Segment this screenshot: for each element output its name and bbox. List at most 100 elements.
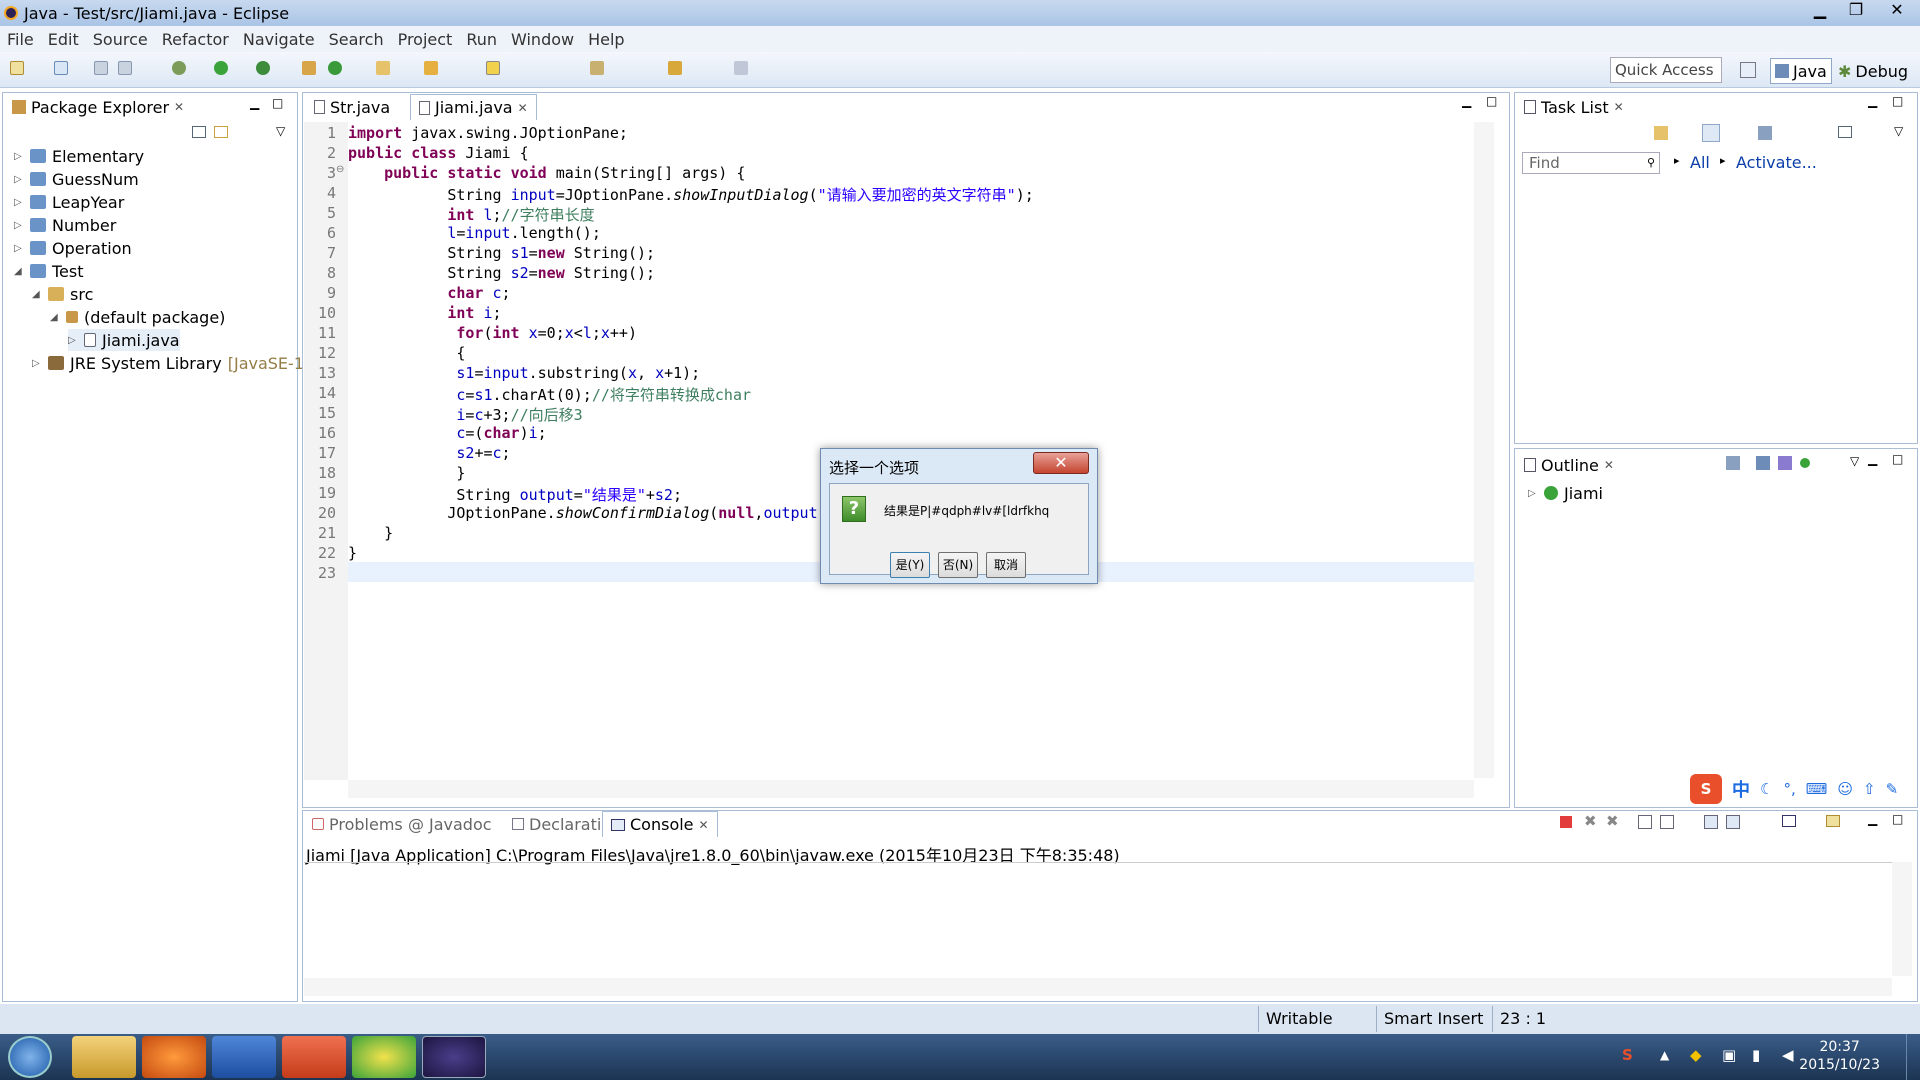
punctuation-icon[interactable]: °, [1783, 780, 1795, 798]
open-icon[interactable] [54, 61, 68, 75]
start-button[interactable] [8, 1036, 52, 1078]
taskbar-browser-icon[interactable] [142, 1036, 206, 1078]
taskbar-word-icon[interactable] [212, 1036, 276, 1078]
menu-help[interactable]: Help [588, 30, 624, 49]
tray-expand-icon[interactable]: ▲ [1660, 1048, 1669, 1062]
pin-console-icon[interactable] [1704, 815, 1718, 829]
scroll-lock-icon[interactable] [1660, 815, 1674, 829]
terminate-icon[interactable] [1560, 816, 1572, 828]
settings-wrench-icon[interactable]: ✎ [1886, 780, 1899, 798]
close-icon[interactable]: ✕ [518, 101, 528, 115]
tray-sogou-icon[interactable]: S [1622, 1046, 1633, 1064]
tab-jiami-java[interactable]: Jiami.java ✕ [410, 94, 537, 120]
save-icon[interactable] [94, 61, 108, 75]
tab-console[interactable]: Console ✕ [602, 811, 718, 837]
close-icon[interactable]: ✕ [174, 100, 184, 114]
word-wrap-icon[interactable] [1726, 815, 1740, 829]
tree-item-default-package[interactable]: ◢ (default package) [50, 306, 225, 328]
remove-all-icon[interactable]: ✖ [1606, 812, 1619, 830]
maximize-button[interactable]: ❐ [1838, 0, 1874, 22]
forward-icon[interactable] [734, 61, 748, 75]
back-icon[interactable] [668, 61, 682, 75]
minimize-view-icon[interactable]: ▁ [1868, 452, 1877, 466]
minimize-view-icon[interactable]: ▁ [250, 96, 259, 110]
clear-console-icon[interactable] [1638, 815, 1652, 829]
tab-javadoc[interactable]: @ Javadoc [400, 811, 500, 837]
link-with-editor-icon[interactable] [214, 126, 228, 138]
close-icon[interactable]: ✕ [1604, 458, 1614, 472]
tree-item-leapyear[interactable]: ▷ LeapYear [14, 191, 124, 213]
new-task-icon[interactable] [1654, 126, 1668, 140]
view-menu-icon[interactable]: ▽ [276, 124, 285, 138]
menu-refactor[interactable]: Refactor [162, 30, 229, 49]
maximize-view-icon[interactable]: □ [272, 96, 283, 110]
maximize-view-icon[interactable]: □ [1892, 452, 1903, 466]
tab-problems[interactable]: Problems [304, 811, 411, 837]
menu-project[interactable]: Project [398, 30, 453, 49]
minimize-view-icon[interactable]: ▁ [1868, 812, 1877, 826]
minimize-view-icon[interactable]: ▁ [1868, 94, 1877, 108]
menu-file[interactable]: File [7, 30, 34, 49]
open-type-icon[interactable] [376, 61, 390, 75]
tree-item-elementary[interactable]: ▷ Elementary [14, 145, 144, 167]
maximize-view-icon[interactable]: □ [1892, 812, 1903, 826]
sort-icon[interactable] [1726, 456, 1740, 470]
dialog-close-button[interactable]: ✕ [1033, 452, 1089, 474]
show-desktop-button[interactable] [1906, 1034, 1920, 1080]
open-console-icon[interactable] [1826, 815, 1840, 827]
tray-volume-icon[interactable]: ◀ [1782, 1046, 1794, 1064]
view-menu-icon[interactable]: ▽ [1894, 124, 1903, 138]
taskbar-explorer-icon[interactable] [72, 1036, 136, 1078]
task-filter-all-link[interactable]: All [1690, 153, 1710, 172]
tree-item-test[interactable]: ◢ Test [14, 260, 84, 282]
keyboard-icon[interactable]: ⌨ [1806, 780, 1828, 798]
debug-icon[interactable] [172, 61, 186, 75]
synchronize-icon[interactable] [1758, 126, 1772, 140]
editor-vertical-scrollbar[interactable] [1474, 122, 1494, 778]
tree-item-operation[interactable]: ▷ Operation [14, 237, 132, 259]
tray-network-icon[interactable]: ▣ [1722, 1046, 1736, 1064]
user-icon[interactable]: ☺ [1837, 780, 1853, 798]
tab-package-explorer[interactable]: Package Explorer ✕ [4, 94, 193, 120]
close-button[interactable]: ✕ [1874, 0, 1920, 22]
new-class-icon[interactable] [328, 61, 342, 75]
taskbar-eclipse-icon[interactable] [422, 1036, 486, 1078]
task-find-input[interactable]: Find ⚲ [1522, 152, 1660, 174]
cancel-button[interactable]: 取消 [986, 552, 1026, 578]
system-clock[interactable]: 20:37 2015/10/23 [1799, 1038, 1880, 1074]
sogou-icon[interactable]: S [1690, 774, 1722, 804]
menu-edit[interactable]: Edit [48, 30, 79, 49]
ime-language-toggle[interactable]: 中 [1732, 776, 1750, 802]
tree-item-jre-library[interactable]: ▷ JRE System Library [JavaSE-1.8] [32, 352, 326, 374]
moon-icon[interactable]: ☾ [1760, 780, 1773, 798]
new-java-project-icon[interactable] [302, 61, 316, 75]
tree-item-number[interactable]: ▷ Number [14, 214, 116, 236]
view-menu-icon[interactable]: ▽ [1850, 454, 1859, 468]
close-icon[interactable]: ✕ [1614, 100, 1624, 114]
yes-button[interactable]: 是(Y) [890, 552, 930, 578]
tab-outline[interactable]: Outline ✕ [1516, 452, 1622, 478]
hide-non-public-icon[interactable] [1800, 458, 1810, 468]
tree-item-guessnum[interactable]: ▷ GuessNum [14, 168, 139, 190]
menu-navigate[interactable]: Navigate [243, 30, 315, 49]
search-icon[interactable] [424, 61, 438, 75]
categorized-icon[interactable] [1702, 124, 1720, 142]
task-activate-link[interactable]: Activate... [1736, 153, 1817, 172]
minimize-view-icon[interactable]: ▁ [1462, 94, 1471, 108]
console-output[interactable] [304, 862, 1894, 976]
tab-str-java[interactable]: Str.java [306, 94, 398, 120]
hide-static-icon[interactable] [1778, 456, 1792, 470]
maximize-view-icon[interactable]: □ [1486, 94, 1497, 108]
open-perspective-icon[interactable] [1740, 62, 1756, 78]
save-all-icon[interactable] [118, 61, 132, 75]
taskbar-powerpoint-icon[interactable] [282, 1036, 346, 1078]
tray-battery-icon[interactable]: ▮ [1752, 1046, 1760, 1064]
new-icon[interactable] [10, 61, 24, 75]
tree-item-jiami-java[interactable]: ▷ Jiami.java [68, 329, 180, 351]
perspective-java[interactable]: Java [1770, 58, 1832, 84]
fold-marker-icon[interactable]: ⊖ [336, 164, 344, 175]
quick-access-input[interactable]: Quick Access [1610, 57, 1722, 83]
tree-item-src[interactable]: ◢ src [32, 283, 93, 305]
remove-launch-icon[interactable]: ✖ [1584, 812, 1597, 830]
collapse-all-icon[interactable] [1838, 126, 1852, 138]
